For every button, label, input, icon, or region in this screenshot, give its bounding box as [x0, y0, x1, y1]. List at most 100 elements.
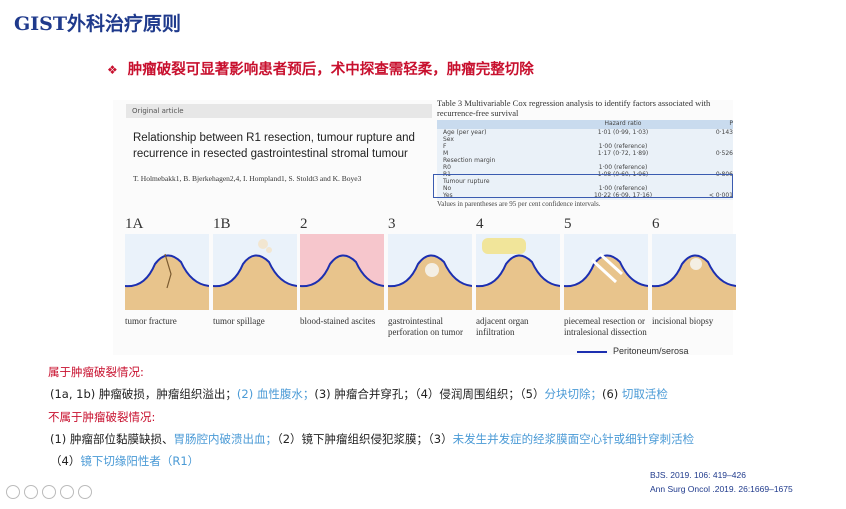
table-row: Age (per year) 1·01 (0·99, 1·03) 0·143	[437, 129, 733, 136]
rupture-item: (6)	[601, 387, 622, 401]
tumor-illustration	[125, 234, 209, 310]
tumor-illustration	[388, 234, 472, 310]
cell: 1·17 (0·72, 1·89)	[597, 150, 649, 157]
tumor-spillage-drawing	[213, 239, 297, 310]
blood-stained-ascites-drawing	[300, 254, 384, 310]
header-cell: Hazard ratio	[604, 120, 642, 127]
nonrupture-item: （2）镜下肿瘤组织侵犯浆膜；（3）	[276, 432, 453, 446]
cell: R0	[443, 164, 451, 171]
rupture-item: 分块切除；	[544, 387, 602, 401]
table-footnote: Values in parentheses are 95 per cent co…	[437, 200, 601, 208]
rupture-list: (1a, 1b) 肿瘤破损，肿瘤组织溢出；(2) 血性腹水；(3) 肿瘤合并穿孔…	[50, 386, 668, 402]
tumor-illustration	[300, 234, 384, 310]
cell: M	[443, 150, 449, 157]
panel-number: 1A	[125, 216, 144, 232]
serosa-line-icon	[577, 350, 607, 353]
perforation-drawing	[388, 254, 472, 310]
panel-caption: tumor spillage	[213, 316, 265, 326]
cell: Age (per year)	[443, 129, 487, 136]
nonrupture-list-2: （4）镜下切缘阳性者（R1）	[50, 453, 199, 469]
nonrupture-heading: 不属于肿瘤破裂情况:	[48, 410, 156, 424]
table-header: Hazard ratio P	[437, 120, 733, 129]
table-row: Resection margin	[437, 157, 733, 164]
panel-number: 2	[300, 216, 308, 232]
panel-number: 6	[652, 216, 660, 232]
cell	[563, 157, 683, 164]
panel-caption: piecemeal resection or intralesional dis…	[564, 316, 647, 337]
tumor-illustration	[476, 234, 560, 310]
panel-5: 5 piecemeal resection or intralesional d…	[564, 216, 648, 338]
panel-6: 6 incisional biopsy	[652, 216, 736, 327]
zoom-icon[interactable]	[60, 485, 74, 499]
panel-1a: 1A tumor fracture	[125, 216, 209, 327]
cell: 1·00 (reference)	[598, 164, 648, 171]
cell: 1·00 (reference)	[598, 143, 648, 150]
header-cell: P	[729, 120, 733, 127]
tumor-fracture-drawing	[125, 253, 209, 310]
rupture-item: (2) 血性腹水；	[236, 387, 315, 401]
panel-caption: incisional biopsy	[652, 316, 714, 326]
diamond-bullet-icon: ❖	[107, 63, 118, 77]
slide-title: GIST外科治疗原则	[14, 13, 181, 35]
cell: 1·01 (0·99, 1·03)	[597, 129, 649, 136]
panel-number: 5	[564, 216, 572, 232]
key-point: ❖ 肿瘤破裂可显著影响患者预后，术中探查需轻柔，肿瘤完整切除	[107, 58, 534, 79]
piecemeal-resection-drawing	[564, 252, 648, 310]
organ-infiltration-drawing	[476, 238, 560, 310]
incisional-biopsy-drawing	[652, 254, 736, 310]
panel-number: 3	[388, 216, 396, 232]
tumour-rupture-highlight	[433, 174, 733, 198]
rupture-item: (3) 肿瘤合并穿孔；（4）侵润周围组织；（5）	[314, 387, 545, 401]
table-row: F 1·00 (reference)	[437, 143, 733, 150]
panel-caption: adjacent organ infiltration	[476, 316, 529, 337]
nonrupture-item: (1) 肿瘤部位黏膜缺损、	[50, 432, 174, 446]
prev-slide-icon[interactable]	[6, 485, 20, 499]
more-options-icon[interactable]	[78, 485, 92, 499]
table-caption: Table 3 Multivariable Cox regression ana…	[437, 98, 711, 118]
citation: Ann Surg Oncol .2019. 26:1669–1675	[650, 484, 793, 494]
nonrupture-list: (1) 肿瘤部位黏膜缺损、胃肠腔内破溃出血；（2）镜下肿瘤组织侵犯浆膜；（3）未…	[50, 431, 694, 447]
cell: Resection margin	[443, 157, 496, 164]
header-cell	[437, 120, 563, 129]
article-title: Relationship between R1 resection, tumou…	[133, 132, 415, 160]
cell	[683, 143, 733, 150]
panel-caption: blood-stained ascites	[300, 316, 376, 326]
table-row: R0 1·00 (reference)	[437, 164, 733, 171]
rupture-heading: 属于肿瘤破裂情况:	[48, 365, 144, 379]
cell	[683, 157, 733, 164]
tumor-illustration	[564, 234, 648, 310]
nonrupture-item: 未发生并发症的经浆膜面空心针或细针穿刺活检	[452, 432, 695, 446]
panel-number: 1B	[213, 216, 231, 232]
key-point-text: 肿瘤破裂可显著影响患者预后，术中探查需轻柔，肿瘤完整切除	[127, 62, 534, 78]
cell: 0·526	[715, 150, 733, 157]
cell	[683, 164, 733, 171]
serosa-legend: Peritoneum/serosa	[577, 346, 689, 356]
panel-2: 2 blood-stained ascites	[300, 216, 384, 327]
article-label: Original article	[126, 104, 432, 118]
next-slide-icon[interactable]	[24, 485, 38, 499]
panel-number: 4	[476, 216, 484, 232]
tumor-illustration	[652, 234, 736, 310]
nonrupture-item: （4）	[50, 454, 81, 468]
citation: BJS. 2019. 106: 419–426	[650, 470, 746, 480]
pen-tool-icon[interactable]	[42, 485, 56, 499]
cell	[563, 136, 683, 143]
panel-1b: 1B tumor spillage	[213, 216, 297, 327]
cell: Sex	[443, 136, 454, 143]
legend-label: Peritoneum/serosa	[613, 346, 689, 356]
rupture-item: 切取活检	[621, 387, 668, 401]
cell	[683, 136, 733, 143]
panel-3: 3 gastrointestinal perforation on tumor	[388, 216, 472, 338]
table-row: M 1·17 (0·72, 1·89) 0·526	[437, 150, 733, 157]
tumor-illustration	[213, 234, 297, 310]
nonrupture-item: 镜下切缘阳性者（R1）	[80, 454, 200, 468]
article-authors: T. Holmebakk1, B. Bjerkehagen2,4, I. Hom…	[133, 174, 362, 183]
table-row: Sex	[437, 136, 733, 143]
cell: F	[443, 143, 447, 150]
rupture-item: (1a, 1b) 肿瘤破损，肿瘤组织溢出；	[50, 387, 237, 401]
panel-caption: tumor fracture	[125, 316, 177, 326]
panel-caption: gastrointestinal perforation on tumor	[388, 316, 463, 337]
nonrupture-item: 胃肠腔内破溃出血；	[173, 432, 277, 446]
cell: 0·143	[715, 129, 733, 136]
panel-4: 4 adjacent organ infiltration	[476, 216, 560, 338]
